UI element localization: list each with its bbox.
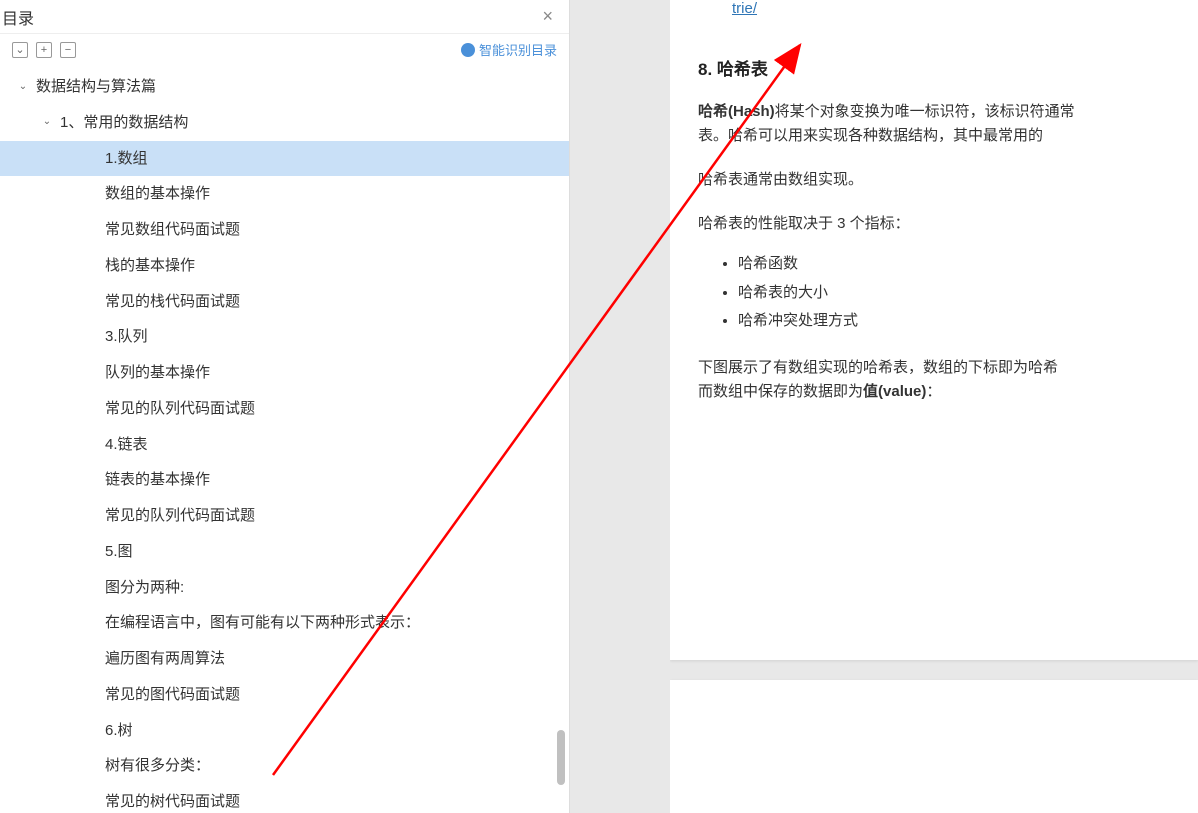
sidebar-title: 目录 xyxy=(0,5,34,29)
sidebar-header: 目录 × xyxy=(0,0,569,34)
tree-item[interactable]: 5.图 xyxy=(0,534,569,570)
tree-item[interactable]: 常见的图代码面试题 xyxy=(0,677,569,713)
collapse-all-icon[interactable]: − xyxy=(60,42,76,58)
chevron-down-icon[interactable]: ⌄ xyxy=(16,80,30,94)
smart-recognize-button[interactable]: 智能识别目录 xyxy=(461,40,557,59)
list-item: 哈希表的大小 xyxy=(738,279,1198,308)
toc-sidebar: 目录 × ⌄ + − 智能识别目录 ⌄ 数据结构与算法篇 ⌄ 1、常用的数据结构… xyxy=(0,0,570,813)
tree-item[interactable]: 1.数组 xyxy=(0,141,569,177)
tree-item[interactable]: 树有很多分类： xyxy=(0,748,569,784)
tree-item[interactable]: 常见的栈代码面试题 xyxy=(0,284,569,320)
tree-section-label: 1、常用的数据结构 xyxy=(60,109,188,137)
section-title: 8. 哈希表 xyxy=(698,55,1198,80)
tree-item[interactable]: 常见的队列代码面试题 xyxy=(0,391,569,427)
tree-item[interactable]: 栈的基本操作 xyxy=(0,248,569,284)
paragraph: 哈希表的性能取决于 3 个指标： xyxy=(698,212,1198,236)
toc-tree: ⌄ 数据结构与算法篇 ⌄ 1、常用的数据结构 1.数组 数组的基本操作 常见数组… xyxy=(0,65,569,813)
list-item: 哈希函数 xyxy=(738,250,1198,279)
tree-item[interactable]: 常见数组代码面试题 xyxy=(0,212,569,248)
bullet-list: 哈希函数 哈希表的大小 哈希冲突处理方式 xyxy=(698,250,1198,336)
tree-item[interactable]: 遍历图有两周算法 xyxy=(0,641,569,677)
paragraph: 哈希(Hash)将某个对象变换为唯一标识符，该标识符通常 表。哈希可以用来实现各… xyxy=(698,100,1198,148)
cloud-icon xyxy=(461,43,475,57)
document-page-next xyxy=(670,680,1198,813)
sidebar-toolbar: ⌄ + − 智能识别目录 xyxy=(0,34,569,65)
link-fragment[interactable]: trie/ xyxy=(698,0,1198,17)
tree-root[interactable]: ⌄ 数据结构与算法篇 xyxy=(0,69,569,105)
list-item: 哈希冲突处理方式 xyxy=(738,307,1198,336)
tree-item[interactable]: 3.队列 xyxy=(0,319,569,355)
tree-item[interactable]: 链表的基本操作 xyxy=(0,462,569,498)
term-bold: 哈希(Hash) xyxy=(698,103,775,120)
expand-all-icon[interactable]: + xyxy=(36,42,52,58)
tree-section[interactable]: ⌄ 1、常用的数据结构 xyxy=(0,105,569,141)
tree-root-label: 数据结构与算法篇 xyxy=(36,73,156,101)
smart-recognize-label: 智能识别目录 xyxy=(479,40,557,59)
document-page: trie/ 8. 哈希表 哈希(Hash)将某个对象变换为唯一标识符，该标识符通… xyxy=(670,0,1198,660)
tree-item[interactable]: 常见的树代码面试题 xyxy=(0,784,569,813)
term-bold: 值(value) xyxy=(863,383,926,400)
tree-item[interactable]: 队列的基本操作 xyxy=(0,355,569,391)
tree-item[interactable]: 4.链表 xyxy=(0,427,569,463)
chevron-down-icon[interactable]: ⌄ xyxy=(40,116,54,130)
tree-item[interactable]: 常见的队列代码面试题 xyxy=(0,498,569,534)
close-icon[interactable]: × xyxy=(536,4,559,29)
toolbar-left: ⌄ + − xyxy=(12,42,76,58)
tree-item[interactable]: 图分为两种: xyxy=(0,570,569,606)
tree-item[interactable]: 6.树 xyxy=(0,713,569,749)
scrollbar-thumb[interactable] xyxy=(557,730,565,785)
paragraph: 哈希表通常由数组实现。 xyxy=(698,168,1198,192)
page-gutter xyxy=(570,0,670,813)
tree-item[interactable]: 数组的基本操作 xyxy=(0,176,569,212)
paragraph: 下图展示了有数组实现的哈希表，数组的下标即为哈希 而数组中保存的数据即为值(va… xyxy=(698,356,1198,404)
expand-outline-icon[interactable]: ⌄ xyxy=(12,42,28,58)
tree-item[interactable]: 在编程语言中，图有可能有以下两种形式表示： xyxy=(0,605,569,641)
document-content: trie/ 8. 哈希表 哈希(Hash)将某个对象变换为唯一标识符，该标识符通… xyxy=(670,0,1198,813)
